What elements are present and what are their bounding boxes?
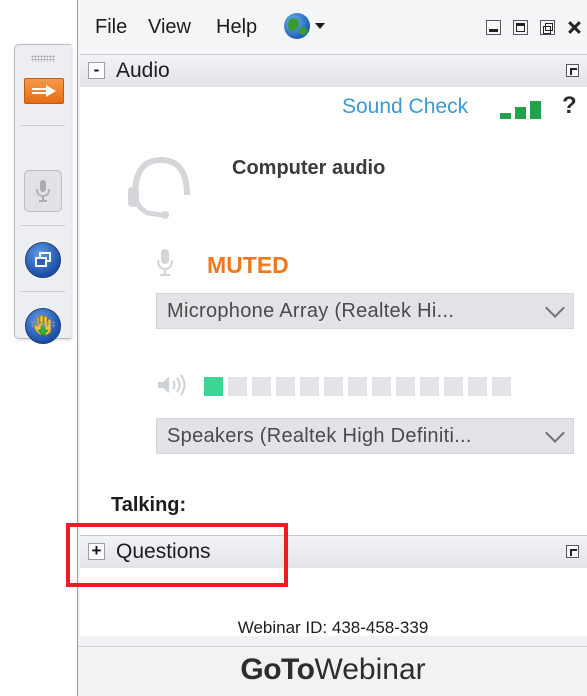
audio-panel: Sound Check ? Computer audio MUTED Micro… [80, 87, 587, 535]
gotowebinar-logo: GoToWebinar [240, 653, 426, 686]
signal-strength-icon [500, 99, 544, 119]
microphone-muted-icon [157, 249, 173, 276]
popout-icon[interactable] [566, 64, 579, 77]
chevron-down-icon [545, 423, 565, 443]
close-button[interactable] [567, 20, 582, 35]
toolbar-grip-bottom[interactable] [31, 321, 55, 328]
maximize-button[interactable] [513, 20, 528, 35]
audio-mode-label: Computer audio [232, 157, 386, 179]
level-segment [348, 377, 367, 396]
speaker-select[interactable]: Speakers (Realtek High Definiti... [156, 418, 574, 454]
show-panel-button[interactable] [24, 78, 64, 104]
level-segment [372, 377, 391, 396]
level-segment [276, 377, 295, 396]
speaker-select-value: Speakers (Realtek High Definiti... [167, 425, 472, 447]
screen: File View Help - Audio Sound Check ? Com… [0, 0, 587, 696]
gotowebinar-control-panel: File View Help - Audio Sound Check ? Com… [77, 0, 587, 696]
highlight-box [66, 523, 288, 587]
webinar-id: Webinar ID: 438-458-339 [237, 618, 429, 637]
microphone-icon [36, 180, 50, 202]
microphone-select[interactable]: Microphone Array (Realtek Hi... [156, 293, 574, 329]
control-toolbar [14, 44, 71, 344]
popout-icon[interactable] [566, 545, 579, 558]
audio-section-title: Audio [116, 59, 170, 82]
level-segment [468, 377, 487, 396]
level-segment [420, 377, 439, 396]
level-segment [396, 377, 415, 396]
menu-view[interactable]: View [148, 16, 191, 39]
toolbar-divider [21, 291, 65, 292]
menu-file[interactable]: File [95, 16, 127, 39]
menu-bar: File View Help [78, 0, 587, 54]
restore-button[interactable] [540, 20, 555, 35]
toolbar-divider [21, 125, 65, 126]
level-segment [492, 377, 511, 396]
headset-icon [128, 156, 190, 219]
language-menu[interactable] [284, 13, 325, 39]
level-segment [252, 377, 271, 396]
screen-viewer-icon [35, 252, 51, 267]
minimize-button[interactable] [486, 20, 501, 35]
microphone-select-value: Microphone Array (Realtek Hi... [167, 300, 455, 322]
talking-label: Talking: [111, 494, 187, 516]
toolbar-grip-top[interactable] [31, 55, 55, 62]
level-segment [204, 377, 223, 396]
speaker-icon [158, 374, 186, 396]
level-segment [228, 377, 247, 396]
help-button[interactable]: ? [562, 92, 577, 120]
level-segment [300, 377, 319, 396]
microphone-button[interactable] [24, 170, 62, 212]
level-segment [324, 377, 343, 396]
screen-viewer-button[interactable] [25, 242, 61, 278]
toolbar-divider [21, 225, 65, 226]
footer: GoToWebinar [78, 646, 587, 696]
chevron-down-icon [545, 298, 565, 318]
globe-icon [284, 13, 310, 39]
collapse-audio-button[interactable]: - [88, 61, 105, 79]
level-segment [444, 377, 463, 396]
orange-arrow-icon [32, 85, 56, 97]
audio-section-header[interactable]: - Audio [80, 54, 587, 88]
menu-help[interactable]: Help [216, 16, 257, 39]
mic-status: MUTED [207, 252, 289, 278]
chevron-down-icon [315, 23, 325, 29]
sound-check-link[interactable]: Sound Check [342, 95, 468, 119]
